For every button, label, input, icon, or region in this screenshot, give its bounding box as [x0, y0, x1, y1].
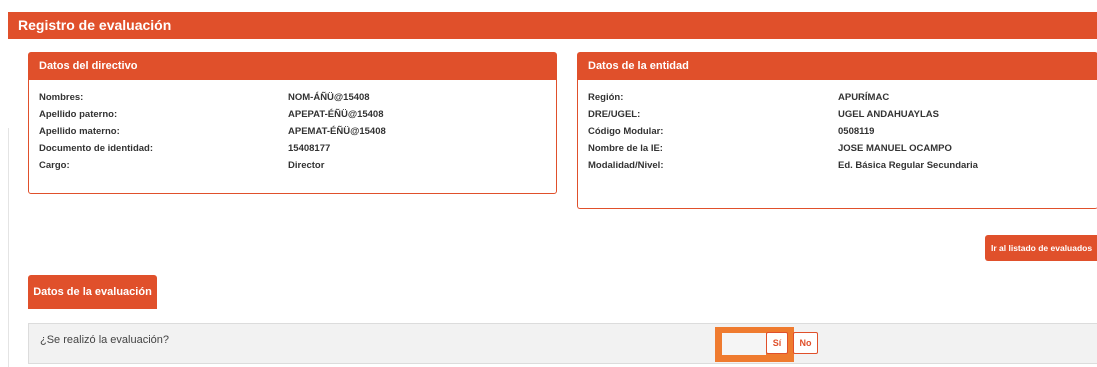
field-value: UGEL ANDAHUAYLAS — [838, 109, 939, 120]
field-value: 15408177 — [288, 143, 331, 154]
entidad-row-dre-ugel: DRE/UGEL: UGEL ANDAHUAYLAS — [578, 107, 1097, 124]
directivo-row-cargo: Cargo: Director — [29, 158, 556, 175]
page-title: Registro de evaluación — [18, 17, 172, 33]
entidad-row-codigo-modular: Código Modular: 0508119 — [578, 124, 1097, 141]
field-label: Cargo: — [39, 160, 70, 171]
field-label: Región: — [588, 92, 624, 103]
no-button[interactable]: No — [793, 332, 818, 354]
field-value: APURÍMAC — [838, 92, 890, 103]
entidad-panel-title: Datos de la entidad — [578, 53, 1097, 80]
field-label: Nombres: — [39, 92, 84, 103]
field-label: Nombre de la IE: — [588, 143, 663, 154]
directivo-row-documento: Documento de identidad: 15408177 — [29, 141, 556, 158]
entidad-panel: Datos de la entidad Región: APURÍMAC DRE… — [577, 52, 1097, 209]
yes-button[interactable]: Sí — [766, 332, 788, 354]
answer-highlight-inner — [722, 333, 766, 355]
field-value: JOSE MANUEL OCAMPO — [838, 143, 952, 154]
field-value: 0508119 — [838, 126, 875, 137]
directivo-panel: Datos del directivo Nombres: NOM-ÁÑÜ@154… — [28, 52, 557, 194]
field-value: NOM-ÁÑÜ@15408 — [288, 92, 370, 103]
field-value: Director — [288, 160, 325, 171]
field-label: DRE/UGEL: — [588, 109, 641, 120]
listado-evaluados-button[interactable]: Ir al listado de evaluados — [985, 235, 1097, 261]
question-label: ¿Se realizó la evaluación? — [40, 334, 170, 346]
entidad-row-nombre-ie: Nombre de la IE: JOSE MANUEL OCAMPO — [578, 141, 1097, 158]
field-label: Apellido materno: — [39, 126, 120, 137]
directivo-row-nombres: Nombres: NOM-ÁÑÜ@15408 — [29, 90, 556, 107]
left-divider — [8, 128, 9, 367]
evaluacion-question-row: ¿Se realizó la evaluación? — [28, 323, 1097, 364]
page-header: Registro de evaluación — [8, 12, 1097, 39]
field-value: APEMAT-ÉÑÜ@15408 — [288, 126, 386, 137]
field-value: APEPAT-ÉÑÜ@15408 — [288, 109, 384, 120]
entidad-row-modalidad: Modalidad/Nivel: Ed. Básica Regular Secu… — [578, 158, 1097, 175]
directivo-row-apellido-materno: Apellido materno: APEMAT-ÉÑÜ@15408 — [29, 124, 556, 141]
directivo-panel-title: Datos del directivo — [29, 53, 556, 80]
field-label: Modalidad/Nivel: — [588, 160, 664, 171]
field-label: Documento de identidad: — [39, 143, 153, 154]
field-value: Ed. Básica Regular Secundaria — [838, 160, 978, 171]
field-label: Código Modular: — [588, 126, 664, 137]
tab-datos-evaluacion[interactable]: Datos de la evaluación — [28, 275, 157, 309]
field-label: Apellido paterno: — [39, 109, 118, 120]
directivo-row-apellido-paterno: Apellido paterno: APEPAT-ÉÑÜ@15408 — [29, 107, 556, 124]
entidad-row-region: Región: APURÍMAC — [578, 90, 1097, 107]
